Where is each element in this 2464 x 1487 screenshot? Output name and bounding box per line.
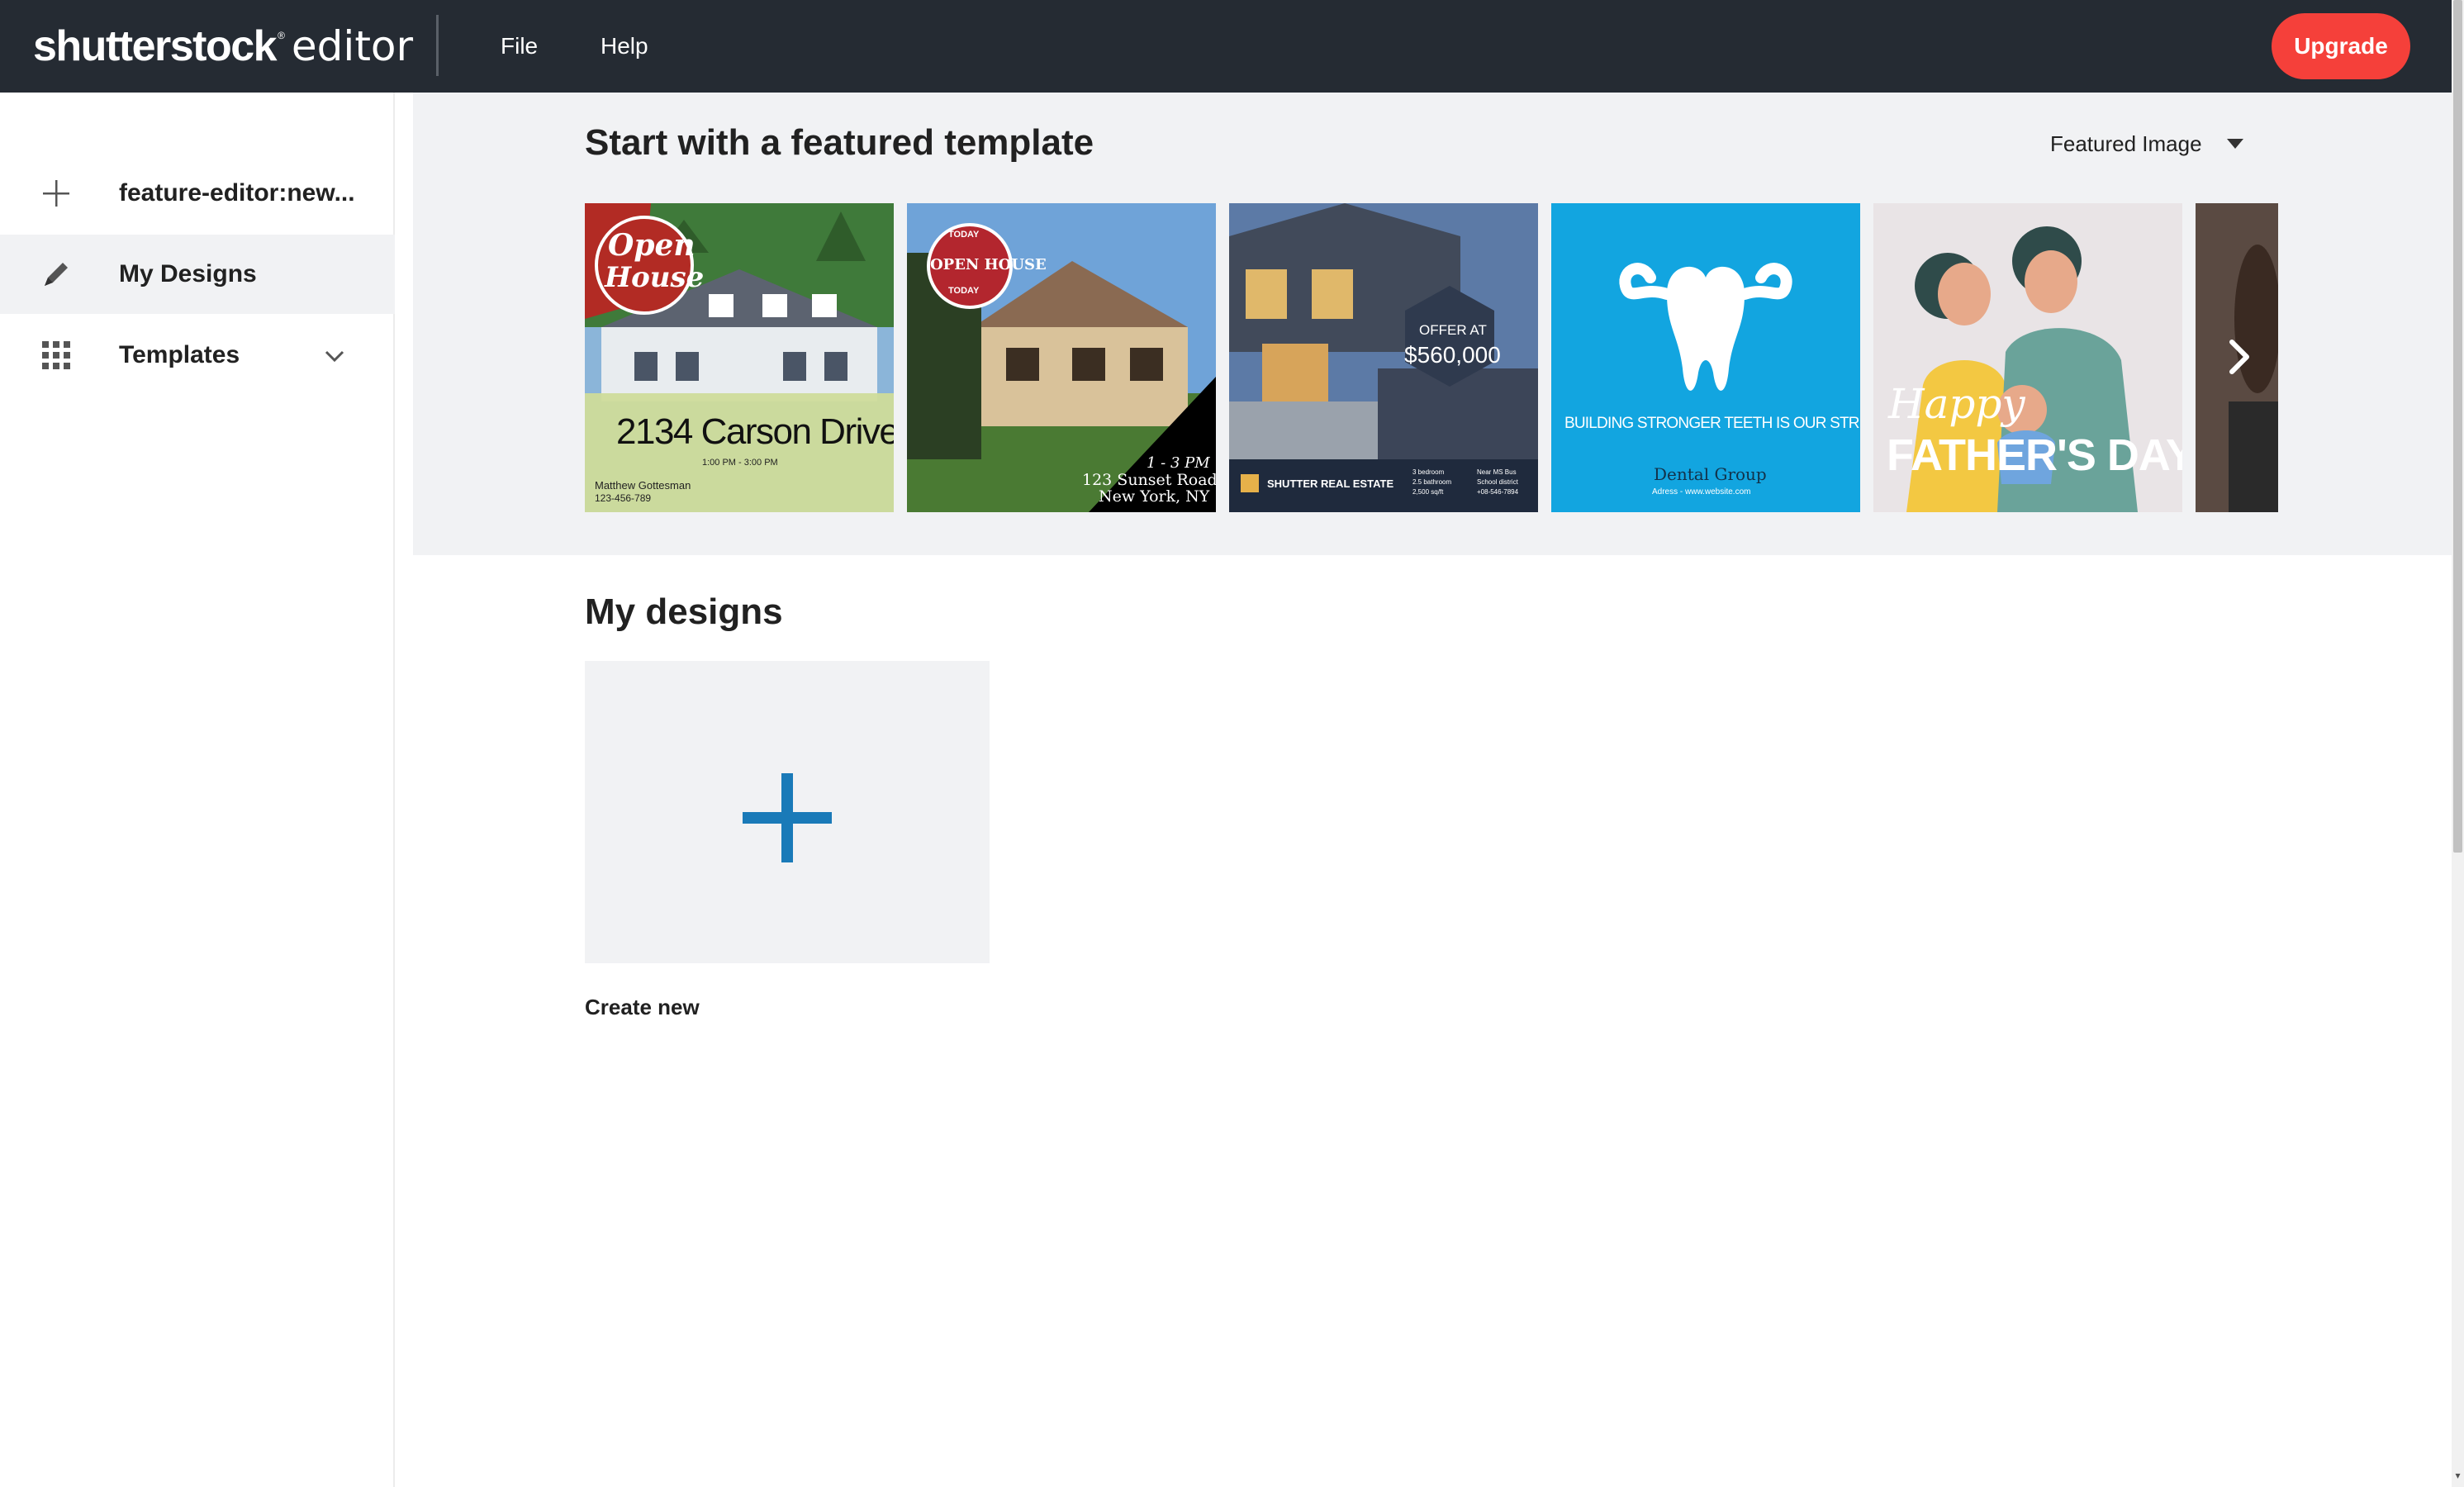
template-carousel: Open House 2134 Carson Drive 1:00 PM - 3… bbox=[585, 203, 2278, 512]
template-card-offer-real-estate[interactable]: OFFER AT $560,000 SHUTTER REAL ESTATE 3 … bbox=[1229, 203, 1538, 512]
template-phone: 123-456-789 bbox=[595, 492, 652, 504]
chevron-down-icon[interactable] bbox=[322, 344, 347, 368]
template-address: 2134 Carson Drive bbox=[616, 411, 894, 452]
fathers-day-title: FATHER'S DAY bbox=[1887, 430, 2182, 480]
badge-house-text: House bbox=[605, 261, 705, 294]
feature-right-2: School district bbox=[1477, 478, 1518, 486]
sidebar-item-label: My Designs bbox=[119, 260, 257, 287]
sidebar-item-label: Templates bbox=[119, 341, 240, 368]
plus-icon bbox=[40, 177, 73, 210]
feature-left-1: 3 bedroom bbox=[1412, 468, 1445, 476]
file-menu[interactable]: File bbox=[501, 28, 538, 64]
offer-label: OFFER AT bbox=[1419, 322, 1487, 338]
template-time: 1:00 PM - 3:00 PM bbox=[702, 458, 778, 468]
template-card-fathers-day[interactable]: Happy FATHER'S DAY bbox=[1873, 203, 2182, 512]
top-navigation-bar: shutterstock ® editor File Help Upgrade bbox=[0, 0, 2452, 93]
badge-open-text: Open bbox=[608, 228, 696, 263]
logo-registered-mark: ® bbox=[278, 30, 285, 41]
sidebar-item-my-designs[interactable]: My Designs bbox=[0, 235, 395, 314]
badge-today-top: TODAY bbox=[948, 230, 980, 240]
feature-right-3: +08-546-7894 bbox=[1477, 488, 1519, 496]
logo-editor-text: editor bbox=[291, 22, 414, 70]
caret-down-icon bbox=[2226, 139, 2243, 149]
template-agent: Matthew Gottesman bbox=[595, 479, 691, 492]
template-street: 123 Sunset Road bbox=[1082, 471, 1216, 489]
template-city: New York, NY bbox=[1099, 487, 1210, 506]
template-size-dropdown[interactable]: Featured Image bbox=[2050, 127, 2243, 160]
template-card-open-house-sunset[interactable]: TODAY OPEN HOUSE TODAY 1 - 3 PM 123 Suns… bbox=[907, 203, 1216, 512]
sidebar-item-label: feature-editor:new... bbox=[119, 179, 355, 207]
badge-open-house: OPEN HOUSE bbox=[930, 256, 1047, 273]
scroll-down-arrow-icon[interactable]: ▾ bbox=[2453, 1467, 2462, 1484]
topbar-divider bbox=[436, 15, 439, 76]
feature-left-3: 2,500 sq/ft bbox=[1412, 488, 1444, 496]
sidebar-item-templates[interactable]: Templates bbox=[0, 316, 395, 395]
pencil-icon bbox=[40, 258, 73, 291]
offer-price: $560,000 bbox=[1404, 342, 1501, 368]
logo-wordmark: shutterstock bbox=[33, 22, 278, 70]
dental-headline: BUILDING STRONGER TEETH IS OUR STRENGTH bbox=[1564, 415, 1860, 432]
help-menu[interactable]: Help bbox=[601, 28, 648, 64]
page-scrollbar-thumb[interactable] bbox=[2453, 0, 2462, 853]
create-new-label[interactable]: Create new bbox=[585, 995, 700, 1020]
size-select-value: Featured Image bbox=[2050, 131, 2202, 156]
feature-right-1: Near MS Bus bbox=[1477, 468, 1517, 476]
template-card-open-house-carson[interactable]: Open House 2134 Carson Drive 1:00 PM - 3… bbox=[585, 203, 894, 512]
template-card-dental-group[interactable]: BUILDING STRONGER TEETH IS OUR STRENGTH … bbox=[1551, 203, 1860, 512]
sidebar-item-new-design[interactable]: feature-editor:new... bbox=[0, 154, 395, 233]
my-designs-title: My designs bbox=[585, 591, 783, 632]
grid-icon bbox=[40, 339, 73, 372]
badge-today-bottom: TODAY bbox=[948, 286, 980, 296]
left-sidebar: feature-editor:new... My Designs Templat… bbox=[0, 93, 395, 1487]
dental-brand: Dental Group bbox=[1654, 464, 1767, 484]
upgrade-button[interactable]: Upgrade bbox=[2272, 13, 2410, 79]
carousel-next-button[interactable] bbox=[2222, 330, 2258, 383]
featured-templates-title: Start with a featured template bbox=[585, 122, 1094, 163]
shutterstock-editor-logo[interactable]: shutterstock ® editor bbox=[33, 21, 413, 71]
chevron-right-icon bbox=[2222, 340, 2258, 387]
company-name: SHUTTER REAL ESTATE bbox=[1267, 477, 1394, 490]
template-time: 1 - 3 PM bbox=[1147, 454, 1210, 472]
dental-contact: Adress - www.website.com bbox=[1652, 487, 1751, 496]
fathers-day-happy: Happy bbox=[1888, 380, 2025, 428]
feature-left-2: 2.5 bathroom bbox=[1412, 478, 1452, 486]
create-new-design-card[interactable] bbox=[585, 661, 990, 963]
